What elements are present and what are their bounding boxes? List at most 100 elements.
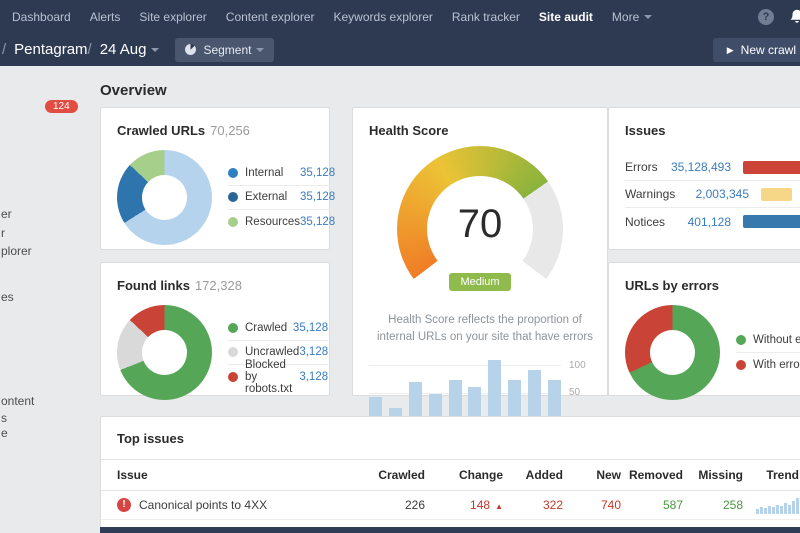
- row-value[interactable]: 401,128: [673, 215, 731, 229]
- help-icon[interactable]: ?: [758, 8, 774, 25]
- sidebar-item[interactable]: ontent: [1, 394, 34, 408]
- row-label: Errors: [625, 160, 658, 174]
- top-issues-card: Top issues Issue Crawled Change Added Ne…: [100, 416, 800, 533]
- play-icon: ▶: [726, 44, 734, 55]
- legend-row: Resources 35,128: [228, 210, 335, 234]
- breadcrumb-date-dropdown[interactable]: 24 Aug: [100, 41, 160, 58]
- segment-button[interactable]: Segment: [175, 37, 275, 62]
- health-score-badge: Medium: [369, 272, 591, 291]
- issues-row-errors: Errors 35,128,493: [625, 154, 800, 181]
- chevron-down-icon: [644, 15, 653, 20]
- legend-value[interactable]: 35,128: [300, 216, 335, 228]
- crawled-urls-card: Crawled URLs 70,256 Internal 35,128 Exter…: [100, 107, 336, 250]
- card-count: 70,256: [210, 123, 250, 138]
- urls-by-errors-donut-chart: [625, 305, 720, 400]
- legend-dot: [228, 168, 238, 178]
- legend-label: Crawled: [245, 322, 288, 334]
- toolbar: / Pentagram / 24 Aug Segment ▶ New crawl: [0, 33, 800, 66]
- sidebar-item[interactable]: plorer: [1, 244, 32, 258]
- card-title: Top issues: [117, 431, 184, 446]
- legend-value[interactable]: 35,128: [293, 322, 328, 334]
- legend-label: External: [245, 191, 288, 203]
- sidebar-item[interactable]: er: [1, 207, 12, 221]
- sidebar-item[interactable]: es: [1, 290, 14, 304]
- legend-row: Without errors: [736, 329, 800, 353]
- legend-row: Blocked by robots.txt 3,128: [228, 359, 328, 395]
- bell-icon[interactable]: [788, 8, 800, 26]
- removed-value: 587: [662, 498, 683, 512]
- nav-content-explorer[interactable]: Content explorer: [226, 10, 315, 24]
- legend-label: With errors: [753, 358, 800, 371]
- legend-label: Uncrawled: [245, 346, 300, 358]
- up-triangle-icon: ▲: [495, 502, 503, 511]
- nav-dashboard[interactable]: Dashboard: [12, 10, 71, 24]
- legend-row: Crawled 35,128: [228, 317, 329, 341]
- breadcrumb-separator: /: [87, 41, 92, 58]
- legend-row: External 35,128: [228, 186, 336, 210]
- legend-dot: [736, 359, 746, 370]
- health-score-value: 70: [457, 202, 503, 246]
- urls-by-errors-card: URLs by errors Without errors With error…: [608, 262, 800, 400]
- chevron-down-icon: [256, 47, 265, 52]
- legend-row: With errors: [736, 353, 800, 377]
- column-header: Trend: [766, 468, 799, 482]
- pie-chart-icon: [185, 44, 197, 55]
- site-audit-dashboard: Dashboard Alerts Site explorer Content e…: [0, 0, 800, 533]
- legend: Crawled 35,128 Uncrawled 3,128 Blocked b…: [228, 317, 329, 395]
- legend-value[interactable]: 3,128: [299, 371, 328, 383]
- breadcrumb-project[interactable]: Pentagram: [14, 41, 87, 58]
- crawled-value: 226: [404, 498, 425, 512]
- sidebar-item[interactable]: s: [1, 411, 7, 425]
- nav-rank-tracker[interactable]: Rank tracker: [452, 10, 520, 24]
- issues-count-badge: 124: [45, 100, 78, 113]
- new-crawl-button[interactable]: ▶ New crawl: [712, 38, 800, 62]
- column-header: Issue: [117, 468, 148, 482]
- column-header: Removed: [628, 468, 683, 482]
- issues-card: Issues Errors 35,128,493 Warnings 2,003,…: [608, 107, 800, 250]
- errors-bar: [743, 160, 800, 174]
- y-axis-tick: 100: [569, 360, 586, 372]
- card-title: Health Score: [369, 123, 449, 138]
- legend-value[interactable]: 3,128: [299, 346, 328, 358]
- legend: Internal 35,128 External 35,128 Resource…: [228, 162, 336, 234]
- column-header: New: [596, 468, 621, 482]
- warnings-bar: [761, 187, 792, 201]
- row-value[interactable]: 35,128,493: [671, 160, 731, 174]
- column-header: Crawled: [378, 468, 425, 482]
- nav-site-explorer[interactable]: Site explorer: [139, 10, 206, 24]
- column-header: Missing: [698, 468, 743, 482]
- nav-more[interactable]: More: [612, 10, 653, 24]
- nav-right-icons: ?: [758, 0, 800, 33]
- legend: Without errors With errors: [736, 329, 800, 377]
- sidebar-item[interactable]: r: [1, 226, 5, 240]
- chevron-down-icon: [151, 48, 160, 53]
- legend-dot: [736, 335, 746, 345]
- sidebar-item[interactable]: e: [1, 426, 8, 440]
- row-value[interactable]: 2,003,345: [681, 187, 749, 201]
- issues-row-notices: Notices 401,128: [625, 208, 800, 235]
- health-score-description: Health Score reflects the proportion of …: [376, 314, 594, 343]
- bottom-bar: [100, 527, 800, 533]
- top-navbar: Dashboard Alerts Site explorer Content e…: [0, 0, 800, 33]
- found-links-card: Found links 172,328 Crawled 35,128 Uncraw…: [100, 262, 330, 400]
- legend-dot: [228, 323, 238, 333]
- row-label: Warnings: [625, 187, 676, 201]
- legend-value[interactable]: 35,128: [300, 191, 335, 203]
- legend-label: Resources: [245, 215, 300, 228]
- nav-keywords-explorer[interactable]: Keywords explorer: [334, 10, 433, 24]
- card-title: URLs by errors: [625, 278, 719, 293]
- legend-value[interactable]: 35,128: [300, 167, 335, 179]
- legend-label: Internal: [245, 167, 284, 179]
- card-count: 172,328: [194, 278, 242, 293]
- health-score-card: Health Score 70 Medium Health Score refl…: [352, 107, 608, 439]
- nav-alerts[interactable]: Alerts: [90, 10, 121, 24]
- card-title: Crawled URLs: [117, 123, 206, 138]
- breadcrumb-separator: /: [2, 41, 7, 58]
- issue-name[interactable]: Canonical points to 4XX: [139, 498, 267, 512]
- nav-site-audit[interactable]: Site audit: [539, 10, 593, 24]
- missing-value: 258: [722, 498, 743, 512]
- legend-label: Blocked by robots.txt: [245, 358, 293, 395]
- column-header: Added: [525, 468, 563, 482]
- new-value: 740: [600, 498, 621, 512]
- found-links-donut-chart: [117, 305, 212, 400]
